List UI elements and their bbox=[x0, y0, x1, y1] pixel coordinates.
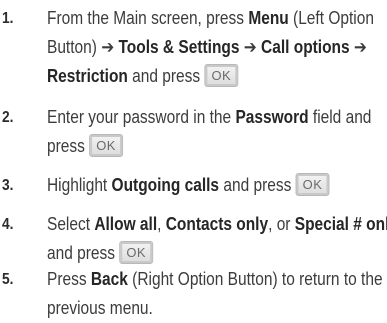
step-line: and press OK. bbox=[47, 239, 384, 268]
step-line: previous menu. bbox=[47, 298, 153, 318]
ok-key-icon: OK bbox=[204, 64, 239, 88]
step-number: 4. bbox=[2, 216, 14, 233]
step-line: Highlight Outgoing calls and press OK. bbox=[47, 171, 384, 200]
step-number: 2. bbox=[2, 109, 14, 126]
option-term: Contacts only bbox=[165, 214, 269, 234]
step-text: Highlight Outgoing calls and press OK. bbox=[47, 171, 384, 200]
step-text: Press Back (Right Option Button) to retu… bbox=[47, 265, 384, 323]
option-term: Special # only bbox=[294, 214, 387, 234]
ok-key-icon: OK bbox=[119, 241, 154, 265]
step-line: press OK. bbox=[47, 132, 384, 161]
option-term: Allow all bbox=[94, 214, 158, 234]
step-line: Restriction and press OK. bbox=[47, 62, 384, 91]
ok-key-icon: OK bbox=[295, 173, 330, 197]
step-number: 1. bbox=[2, 10, 14, 27]
menu-term: Call options bbox=[261, 37, 350, 57]
step-line: Press Back (Right Option Button) to retu… bbox=[47, 269, 383, 289]
step-number: 3. bbox=[2, 177, 14, 194]
menu-term: Tools & Settings bbox=[118, 37, 240, 57]
step-line: Enter your password in the Password fiel… bbox=[47, 107, 372, 127]
step-line: Button) ➔ Tools & Settings ➔ Call option… bbox=[47, 37, 367, 57]
step-text: Select Allow all, Contacts only, or Spec… bbox=[47, 210, 387, 268]
step-number: 5. bbox=[2, 271, 14, 288]
field-term: Password bbox=[235, 107, 309, 127]
step-line: From the Main screen, press Menu (Left O… bbox=[47, 8, 374, 28]
ok-key-icon: OK bbox=[89, 134, 124, 158]
menu-term: Menu bbox=[248, 8, 289, 28]
step-line: Select Allow all, Contacts only, or Spec… bbox=[47, 210, 387, 239]
step-text: From the Main screen, press Menu (Left O… bbox=[47, 4, 384, 91]
button-term: Back bbox=[90, 269, 128, 289]
option-term: Outgoing calls bbox=[111, 175, 220, 195]
menu-term: Restriction bbox=[47, 66, 128, 86]
step-text: Enter your password in the Password fiel… bbox=[47, 103, 384, 161]
